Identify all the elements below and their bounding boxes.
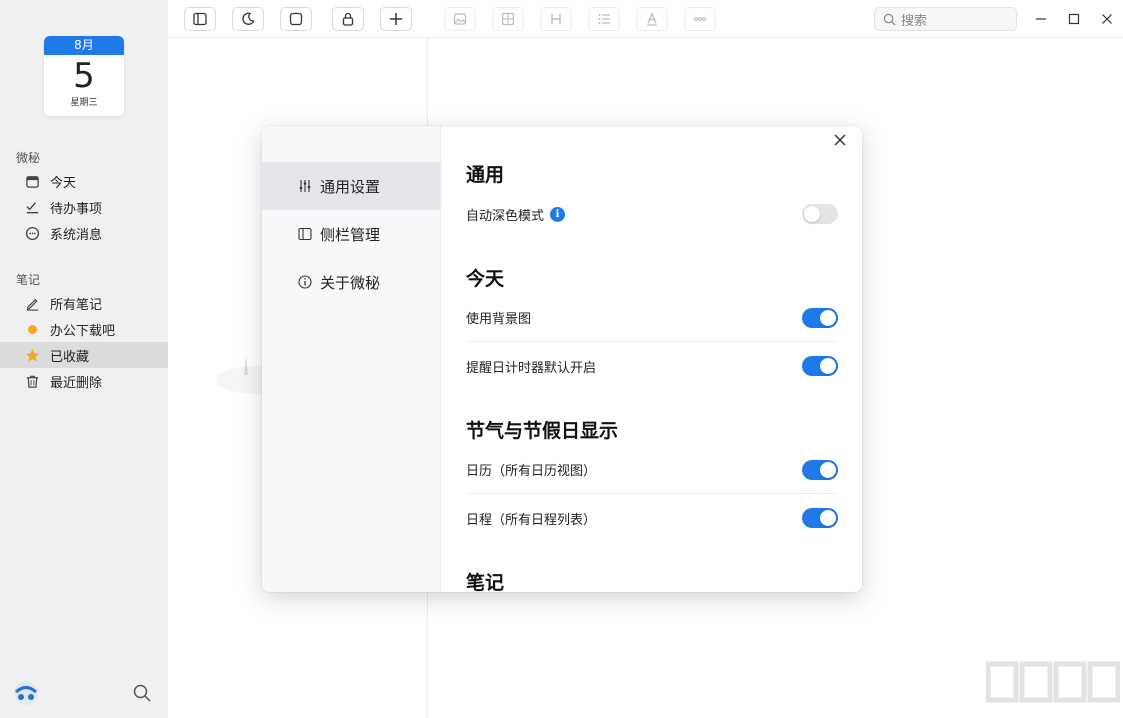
- more-icon: [694, 17, 706, 21]
- lock-button[interactable]: [332, 7, 364, 31]
- lock-icon: [342, 12, 354, 26]
- calendar-weekday: 星期三: [70, 98, 98, 108]
- calendar-month: 8月: [44, 36, 124, 55]
- plus-icon: [390, 13, 402, 25]
- image-icon: [453, 13, 467, 25]
- search-icon: [883, 13, 896, 25]
- message-icon: [24, 225, 40, 241]
- minimize-icon: [1036, 18, 1046, 20]
- close-icon: [834, 134, 846, 146]
- add-note-button[interactable]: [380, 7, 412, 31]
- sidebar-icon: [298, 227, 312, 241]
- sidebar-item-today[interactable]: 今天: [0, 168, 168, 194]
- auto-dark-toggle[interactable]: [802, 204, 838, 224]
- section-title-weimi: 微秘: [16, 151, 41, 165]
- sidebar-item-label: 最近删除: [50, 375, 103, 391]
- insert-image-button[interactable]: [444, 7, 476, 31]
- settings-nav-label: 关于微秘: [320, 273, 381, 292]
- focus-mode-button[interactable]: [280, 7, 312, 31]
- search-input[interactable]: 搜索: [874, 7, 1017, 31]
- section-heading-general: 通用: [466, 164, 505, 186]
- background-toggle[interactable]: [802, 307, 838, 328]
- info-icon[interactable]: i: [550, 206, 566, 222]
- square-icon: [289, 12, 303, 26]
- calendar-icon: [24, 173, 40, 189]
- settings-dialog: 通用设置 侧栏管理 关于微秘 通用 自动深色模式 i 今天 使用背景图 提醒日计…: [262, 126, 862, 592]
- heading-button[interactable]: [540, 7, 572, 31]
- settings-nav-general[interactable]: 通用设置: [262, 162, 441, 210]
- text-style-button[interactable]: [636, 7, 668, 31]
- section-heading-notes: 笔记: [466, 572, 505, 592]
- setting-label: 日历（所有日历视图）: [466, 464, 597, 479]
- setting-row-calendar-view: 日历（所有日历视图）: [466, 446, 838, 494]
- section-heading-holidays: 节气与节假日显示: [466, 420, 619, 442]
- dark-mode-button[interactable]: [232, 7, 264, 31]
- checklist-icon: [24, 199, 40, 215]
- settings-nav-about[interactable]: 关于微秘: [262, 258, 441, 306]
- moon-icon: [242, 12, 255, 25]
- sliders-icon: [299, 180, 311, 192]
- day-timer-toggle[interactable]: [802, 356, 838, 376]
- settings-nav-sidebar[interactable]: 侧栏管理: [262, 210, 441, 258]
- setting-label: 日程（所有日程列表）: [466, 512, 597, 528]
- setting-row-day-timer: 提醒日计时器默认开启: [466, 342, 838, 390]
- maximize-button[interactable]: [1065, 10, 1083, 28]
- setting-label: 自动深色模式: [466, 208, 545, 224]
- sidebar-toggle-icon: [193, 12, 207, 26]
- sidebar-item-messages[interactable]: 系统消息: [0, 220, 168, 246]
- settings-nav-label: 侧栏管理: [320, 225, 381, 244]
- setting-row-auto-dark: 自动深色模式 i: [466, 190, 838, 238]
- close-window-button[interactable]: [1098, 10, 1116, 28]
- calendar-day: 5: [73, 56, 95, 96]
- sidebar-item-label: 办公下载吧: [50, 323, 116, 339]
- sidebar-item-label: 待办事项: [50, 201, 103, 217]
- app-logo-icon[interactable]: [12, 680, 40, 706]
- trash-icon: [24, 373, 40, 389]
- table-icon: [501, 12, 515, 26]
- close-icon: [1102, 14, 1112, 24]
- search-icon[interactable]: [132, 683, 152, 703]
- sidebar-item-label: 系统消息: [50, 227, 103, 243]
- list-button[interactable]: [588, 7, 620, 31]
- insert-table-button[interactable]: [492, 7, 524, 31]
- sidebar-item-office-download[interactable]: 办公下载吧: [0, 316, 168, 342]
- toolbar: 搜索: [168, 0, 1123, 38]
- setting-row-background: 使用背景图: [466, 294, 838, 342]
- settings-nav: 通用设置 侧栏管理 关于微秘: [262, 126, 441, 592]
- schedule-list-toggle[interactable]: [802, 508, 838, 528]
- search-placeholder: 搜索: [901, 13, 928, 29]
- setting-label: 使用背景图: [466, 312, 532, 327]
- calendar-widget[interactable]: 8月 5 星期三: [44, 36, 124, 116]
- info-icon: [298, 275, 312, 289]
- section-heading-today: 今天: [466, 268, 505, 290]
- setting-label: 提醒日计时器默认开启: [466, 360, 597, 376]
- sidebar-item-label: 所有笔记: [50, 297, 103, 313]
- section-title-notes: 笔记: [16, 273, 41, 287]
- maximize-icon: [1068, 13, 1080, 25]
- sidebar-item-recently-deleted[interactable]: 最近删除: [0, 368, 168, 394]
- close-dialog-button[interactable]: [833, 133, 849, 149]
- folder-dot-icon: [24, 321, 40, 337]
- heading-icon: [551, 14, 561, 24]
- sidebar-item-todo[interactable]: 待办事项: [0, 194, 168, 220]
- sidebar-item-all-notes[interactable]: 所有笔记: [0, 290, 168, 316]
- star-icon: [24, 347, 40, 363]
- pen-icon: [24, 295, 40, 311]
- settings-nav-label: 通用设置: [320, 177, 381, 196]
- list-icon: [598, 14, 610, 24]
- minimize-button[interactable]: [1032, 10, 1050, 28]
- text-color-icon: [647, 12, 657, 26]
- calendar-view-toggle[interactable]: [802, 459, 838, 480]
- setting-row-schedule-list: 日程（所有日程列表）: [466, 494, 838, 542]
- sidebar-item-label: 已收藏: [50, 349, 90, 365]
- sidebar-item-favorites[interactable]: 已收藏: [0, 342, 168, 368]
- more-button[interactable]: [684, 7, 716, 31]
- sidebar: 8月 5 星期三 微秘 今天 待办事项 系统消息 笔记 所有笔记 办公下载吧 已…: [0, 0, 168, 718]
- sidebar-item-label: 今天: [50, 175, 77, 191]
- sidebar-toggle-button[interactable]: [184, 7, 216, 31]
- watermark-logo: [985, 660, 1121, 716]
